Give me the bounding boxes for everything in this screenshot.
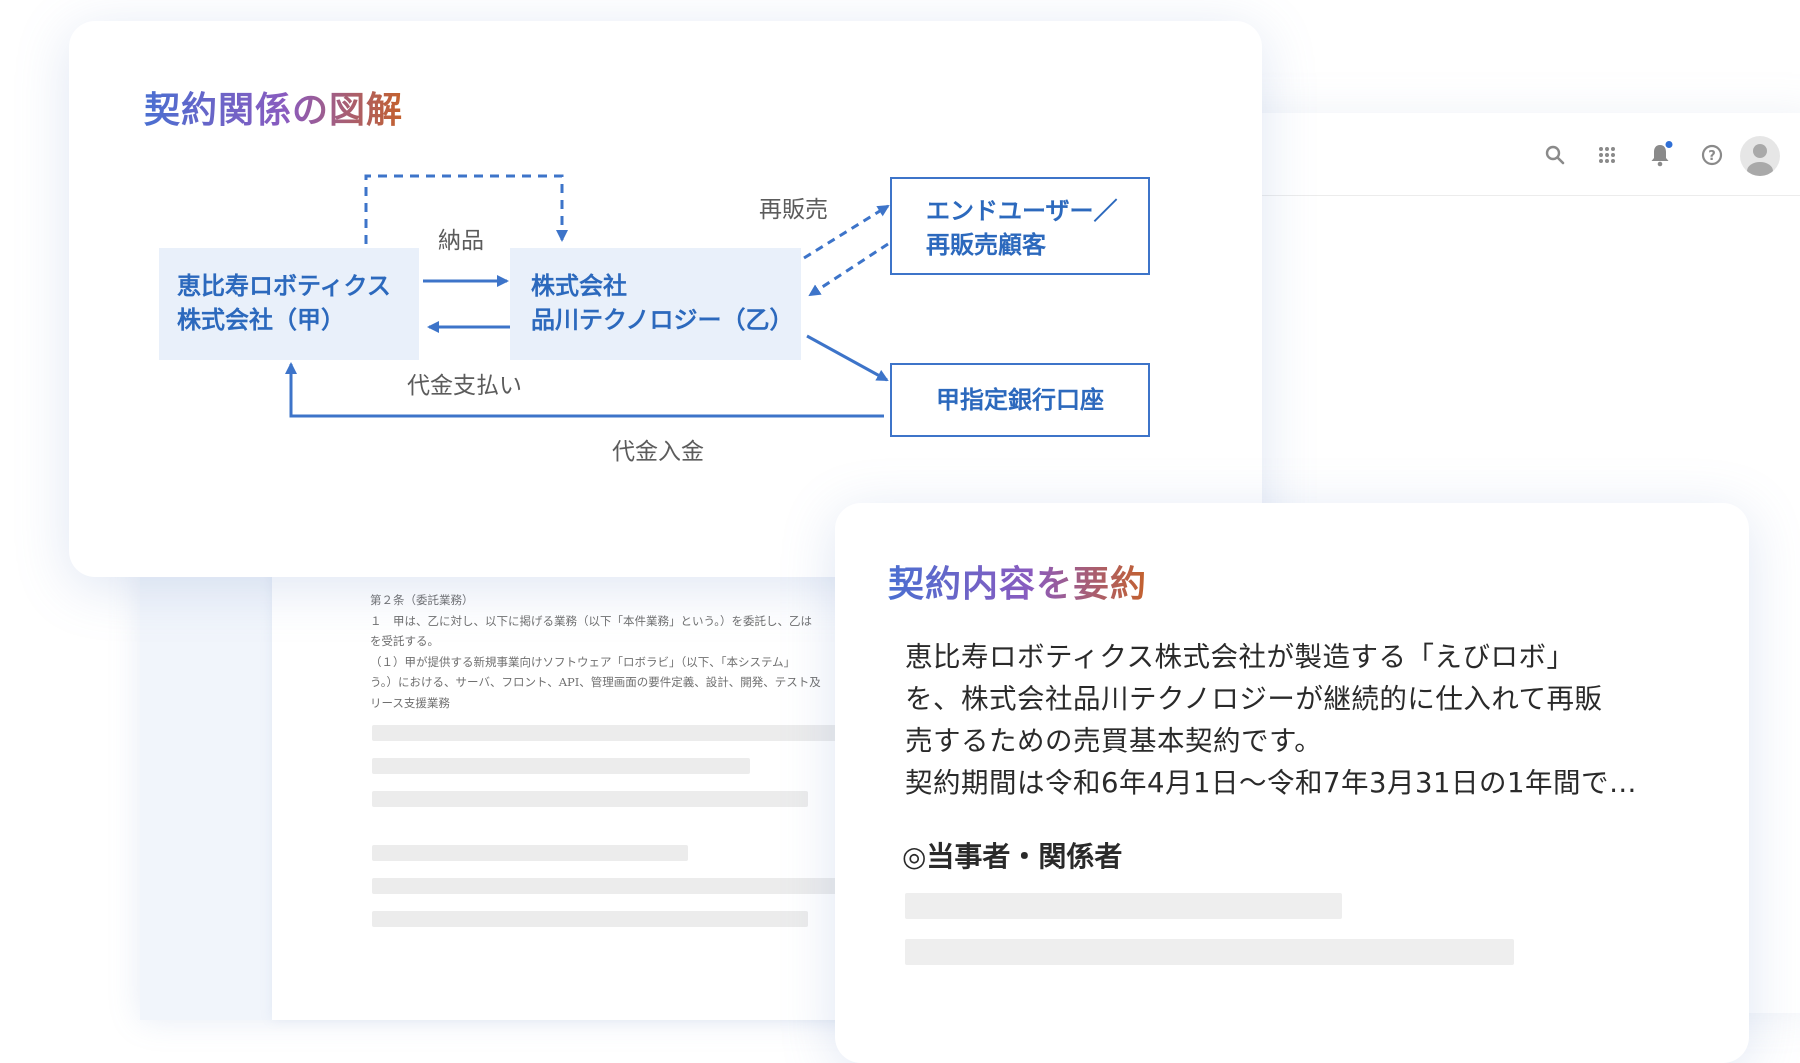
- party-a-node: 恵比寿ロボティクス 株式会社（甲）: [159, 248, 419, 360]
- summary-title: 契約内容を要約: [888, 555, 1147, 607]
- avatar[interactable]: [1740, 136, 1780, 176]
- document-placeholder-line: [372, 791, 808, 807]
- resale-arrow-in: [808, 242, 889, 297]
- svg-text:?: ?: [1708, 149, 1716, 164]
- document-text: 第２条（委託業務） １ 甲は、乙に対し、以下に掲げる業務（以下「本件業務」という…: [370, 590, 870, 713]
- document-placeholder-line: [372, 845, 688, 861]
- summary-body: 恵比寿ロボティクス株式会社が製造する「えびロボ」 を、株式会社品川テクノロジーが…: [905, 636, 1725, 804]
- document-placeholder-line: [372, 878, 872, 894]
- resale-label: 再販売: [759, 197, 828, 223]
- party-a-label-line: 株式会社（甲）: [177, 306, 345, 334]
- document-line: リース支援業務: [370, 695, 450, 710]
- notification-dot: [1665, 141, 1673, 148]
- deposit-arrow: [285, 362, 884, 418]
- party-a-label-line: 恵比寿ロボティクス: [177, 272, 391, 300]
- summary-line: 恵比寿ロボティクス株式会社が製造する「えびロボ」: [905, 641, 1575, 673]
- help-icon[interactable]: ?: [1697, 140, 1727, 170]
- bell-icon[interactable]: [1645, 140, 1675, 170]
- document-line: 第２条（委託業務）: [370, 593, 474, 607]
- summary-line: 売するための売買基本契約です。: [905, 725, 1323, 757]
- summary-placeholder-line: [905, 939, 1514, 965]
- summary-card: 契約内容を要約 恵比寿ロボティクス株式会社が製造する「えびロボ」 を、株式会社品…: [835, 503, 1749, 1063]
- delivery-label: 納品: [438, 228, 484, 254]
- apps-grid-icon[interactable]: [1592, 140, 1622, 170]
- bank-node: 甲指定銀行口座: [890, 363, 1150, 437]
- end-user-node: エンドユーザー／ 再販売顧客: [890, 177, 1150, 275]
- summary-line: 契約期間は令和6年4月1日〜令和7年3月31日の1年間で…: [905, 767, 1637, 799]
- summary-line: を、株式会社品川テクノロジーが継続的に仕入れて再販: [905, 683, 1603, 715]
- summary-placeholder-line: [905, 893, 1342, 919]
- party-b-label-line: 株式会社: [531, 272, 627, 300]
- document-line: う。）における、サーバ、フロント、API、管理画面の要件定義、設計、開発、テスト…: [370, 675, 821, 689]
- document-line: （１）甲が提供する新規事業向けソフトウェア「ロボラビ」（以下、「本システム」: [370, 654, 796, 669]
- document-line: を受託する。: [370, 634, 439, 648]
- document-placeholder-line: [372, 758, 750, 774]
- diagram-card: 契約関係の図解 恵比寿ロボティクス 株式会社（甲） 株式会社 品川テクノロジー（…: [69, 21, 1262, 577]
- payment-label: 代金支払い: [407, 373, 522, 399]
- parties-heading: ◎当事者・関係者: [902, 840, 1123, 873]
- document-placeholder-line: [372, 725, 872, 741]
- party-b-node: 株式会社 品川テクノロジー（乙）: [510, 248, 801, 360]
- party-b-label-line: 品川テクノロジー（乙）: [531, 306, 794, 334]
- document-line: １ 甲は、乙に対し、以下に掲げる業務（以下「本件業務」という。）を委託し、乙は: [370, 613, 813, 628]
- search-icon[interactable]: [1540, 140, 1570, 170]
- bank-label: 甲指定銀行口座: [936, 386, 1104, 414]
- deposit-label: 代金入金: [612, 439, 704, 465]
- end-user-label-line: 再販売顧客: [926, 231, 1046, 259]
- end-user-label-line: エンドユーザー／: [926, 197, 1118, 225]
- bank-arrow: [806, 334, 889, 382]
- document-placeholder-line: [372, 911, 808, 927]
